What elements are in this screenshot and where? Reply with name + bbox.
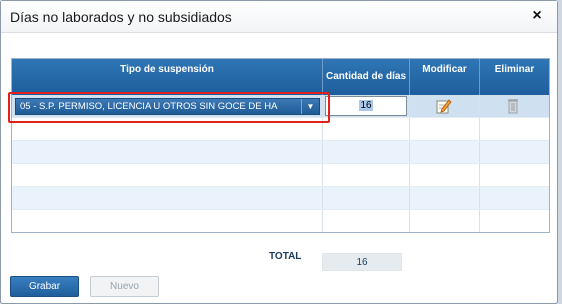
- edit-icon[interactable]: [436, 98, 452, 114]
- cell-empty: [410, 164, 480, 186]
- cell-empty: [480, 210, 549, 232]
- grabar-button[interactable]: Grabar: [10, 276, 79, 297]
- cell-empty: [410, 210, 480, 232]
- cantidad-dias-value: 16: [359, 100, 373, 111]
- cell-empty: [480, 141, 549, 163]
- grid-header: Tipo de suspensión Cantidad de días Modi…: [12, 59, 549, 95]
- column-header-modificar: Modificar: [410, 59, 480, 95]
- trash-icon[interactable]: [507, 98, 519, 114]
- dialog-titlebar: Días no laborados y no subsidiados ×: [1, 1, 557, 33]
- cell-empty: [323, 141, 410, 163]
- dialog-window: Días no laborados y no subsidiados × Tip…: [0, 0, 558, 304]
- cell-tipo: 05 - S.P. PERMISO, LICENCIA U OTROS SIN …: [12, 95, 323, 117]
- nuevo-button[interactable]: Nuevo: [90, 276, 159, 297]
- cell-cantidad: 16: [323, 95, 410, 117]
- cell-empty: [12, 187, 323, 209]
- cell-empty: [12, 164, 323, 186]
- cell-empty: [410, 118, 480, 140]
- tipo-suspension-select[interactable]: 05 - S.P. PERMISO, LICENCIA U OTROS SIN …: [15, 98, 320, 115]
- cell-empty: [480, 118, 549, 140]
- suspension-grid: Tipo de suspensión Cantidad de días Modi…: [11, 58, 550, 233]
- cell-empty: [12, 141, 323, 163]
- cell-empty: [410, 187, 480, 209]
- cell-empty: [480, 164, 549, 186]
- dialog-title: Días no laborados y no subsidiados: [10, 9, 232, 25]
- tipo-suspension-value: 05 - S.P. PERMISO, LICENCIA U OTROS SIN …: [20, 101, 278, 112]
- total-value: 16: [322, 253, 402, 271]
- table-row: [12, 164, 549, 187]
- total-label: TOTAL: [269, 251, 302, 262]
- table-row: [12, 141, 549, 164]
- table-row: [12, 118, 549, 141]
- table-row[interactable]: 05 - S.P. PERMISO, LICENCIA U OTROS SIN …: [12, 95, 549, 118]
- cell-empty: [410, 141, 480, 163]
- close-icon[interactable]: ×: [529, 7, 545, 25]
- cell-eliminar: [480, 95, 549, 117]
- cell-empty: [12, 210, 323, 232]
- column-header-tipo: Tipo de suspensión: [12, 59, 323, 95]
- cell-empty: [323, 118, 410, 140]
- cell-modificar: [410, 95, 480, 117]
- table-row: [12, 210, 549, 232]
- cell-empty: [480, 187, 549, 209]
- chevron-down-icon[interactable]: ▼: [301, 99, 319, 114]
- table-row: [12, 187, 549, 210]
- cell-empty: [323, 187, 410, 209]
- cell-empty: [323, 164, 410, 186]
- column-header-eliminar: Eliminar: [494, 64, 535, 75]
- cantidad-dias-input[interactable]: 16: [325, 96, 407, 116]
- cell-empty: [323, 210, 410, 232]
- column-header-cantidad: Cantidad de días: [323, 59, 410, 95]
- cell-empty: [12, 118, 323, 140]
